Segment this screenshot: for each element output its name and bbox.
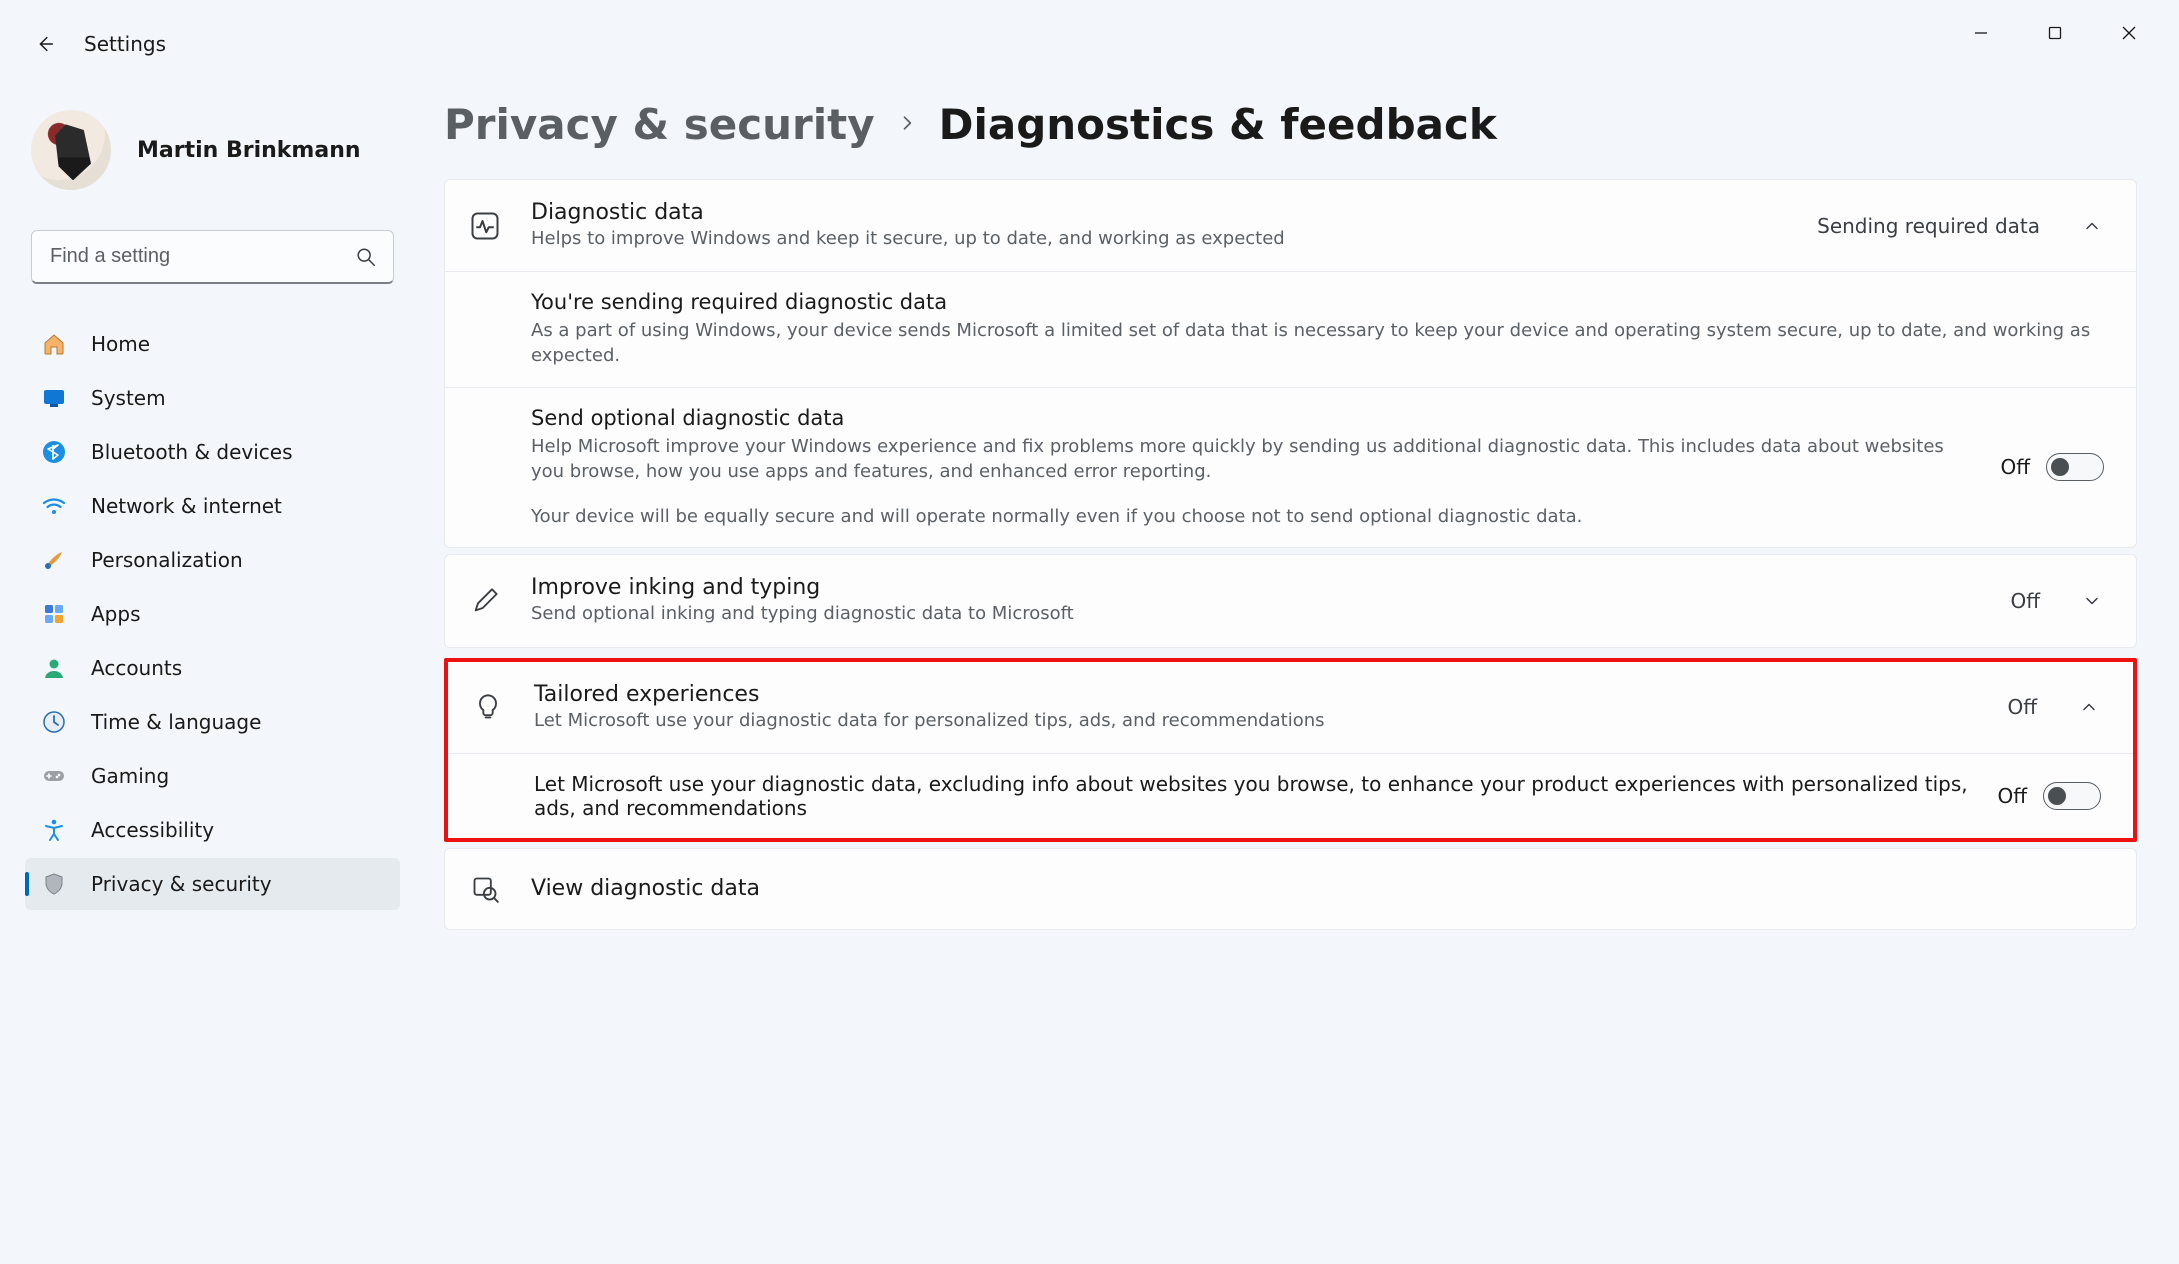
search-wrap [31,230,394,284]
sidebar-item-network[interactable]: Network & internet [25,480,400,532]
card-subtitle: Let Microsoft use your diagnostic data f… [534,709,1981,733]
sidebar-item-label: Apps [91,602,141,626]
gamepad-icon [41,763,67,789]
card-subtitle: Send optional inking and typing diagnost… [531,602,1984,626]
home-icon [41,331,67,357]
card-header-tailored[interactable]: Tailored experiences Let Microsoft use y… [448,662,2133,753]
row-desc: As a part of using Windows, your device … [531,318,2104,368]
data-viewer-icon [465,869,505,909]
chevron-down-icon [2080,589,2104,613]
sidebar-item-privacy[interactable]: Privacy & security [25,858,400,910]
sidebar-item-accessibility[interactable]: Accessibility [25,804,400,856]
pen-icon [465,581,505,621]
sidebar-item-label: Gaming [91,764,169,788]
row-optional-data: Send optional diagnostic data Help Micro… [445,387,2136,548]
chevron-up-icon [2077,695,2101,719]
chevron-right-icon [897,110,917,140]
maximize-button[interactable] [2033,18,2077,48]
chevron-up-icon [2080,214,2104,238]
minimize-button[interactable] [1959,18,2003,48]
brush-icon [41,547,67,573]
sidebar-item-home[interactable]: Home [25,318,400,370]
toggle-optional-data: Off [2000,453,2104,481]
toggle-label: Off [2000,455,2030,479]
sidebar-item-label: System [91,386,166,410]
toggle-switch[interactable] [2043,782,2101,810]
row-required-data: You're sending required diagnostic data … [445,271,2136,386]
lightbulb-icon [468,687,508,727]
card-tailored: Tailored experiences Let Microsoft use y… [448,662,2133,838]
back-button[interactable] [30,29,60,59]
accessibility-icon [41,817,67,843]
main-content: Privacy & security Diagnostics & feedbac… [420,70,2179,1264]
sidebar-item-apps[interactable]: Apps [25,588,400,640]
row-title: You're sending required diagnostic data [531,290,2104,314]
person-icon [41,655,67,681]
sidebar-item-gaming[interactable]: Gaming [25,750,400,802]
card-title: Improve inking and typing [531,575,1984,600]
sidebar-item-label: Accessibility [91,818,214,842]
sidebar-item-personalization[interactable]: Personalization [25,534,400,586]
sidebar: Martin Brinkmann Home System [0,70,420,1264]
toggle-tailored: Off [1997,782,2101,810]
sidebar-item-label: Time & language [91,710,261,734]
row-desc: Let Microsoft use your diagnostic data, … [534,772,1971,820]
titlebar: Settings [0,0,2179,70]
card-title: Diagnostic data [531,200,1791,225]
card-status: Off [2007,695,2037,719]
card-status: Off [2010,589,2040,613]
profile-block[interactable]: Martin Brinkmann [25,110,400,230]
sidebar-item-accounts[interactable]: Accounts [25,642,400,694]
card-title: View diagnostic data [531,876,2104,901]
breadcrumb: Privacy & security Diagnostics & feedbac… [444,100,2137,149]
card-subtitle: Helps to improve Windows and keep it sec… [531,227,1791,251]
card-view-diagnostic: View diagnostic data [444,848,2137,930]
row-desc: Help Microsoft improve your Windows expe… [531,434,1974,484]
row-tailored-toggle: Let Microsoft use your diagnostic data, … [448,753,2133,838]
window-controls [1931,0,2179,66]
sidebar-item-bluetooth[interactable]: Bluetooth & devices [25,426,400,478]
sidebar-item-label: Personalization [91,548,243,572]
card-title: Tailored experiences [534,682,1981,707]
page-title: Diagnostics & feedback [939,100,1497,149]
search-icon[interactable] [348,239,384,275]
nav-list: Home System Bluetooth & devices Network … [25,318,400,910]
card-header-inking-typing[interactable]: Improve inking and typing Send optional … [445,555,2136,646]
sidebar-item-time[interactable]: Time & language [25,696,400,748]
sidebar-item-label: Home [91,332,150,356]
sidebar-item-system[interactable]: System [25,372,400,424]
avatar [31,110,111,190]
card-status: Sending required data [1817,214,2040,238]
apps-icon [41,601,67,627]
breadcrumb-parent[interactable]: Privacy & security [444,100,875,149]
row-desc-extra: Your device will be equally secure and w… [531,504,1974,529]
wifi-icon [41,493,67,519]
card-diagnostic-data: Diagnostic data Helps to improve Windows… [444,179,2137,548]
shield-icon [41,871,67,897]
card-header-view-diagnostic[interactable]: View diagnostic data [445,849,2136,929]
system-icon [41,385,67,411]
toggle-switch[interactable] [2046,453,2104,481]
card-inking-typing: Improve inking and typing Send optional … [444,554,2137,647]
search-input[interactable] [31,230,394,284]
toggle-label: Off [1997,784,2027,808]
sidebar-item-label: Bluetooth & devices [91,440,293,464]
app-title: Settings [84,32,166,56]
row-title: Send optional diagnostic data [531,406,1974,430]
card-header-diagnostic-data[interactable]: Diagnostic data Helps to improve Windows… [445,180,2136,271]
clock-icon [41,709,67,735]
close-button[interactable] [2107,18,2151,48]
highlight-box: Tailored experiences Let Microsoft use y… [444,658,2137,842]
sidebar-item-label: Accounts [91,656,182,680]
sidebar-item-label: Network & internet [91,494,282,518]
heartbeat-icon [465,206,505,246]
profile-name: Martin Brinkmann [137,138,361,163]
sidebar-item-label: Privacy & security [91,872,272,896]
bluetooth-icon [41,439,67,465]
